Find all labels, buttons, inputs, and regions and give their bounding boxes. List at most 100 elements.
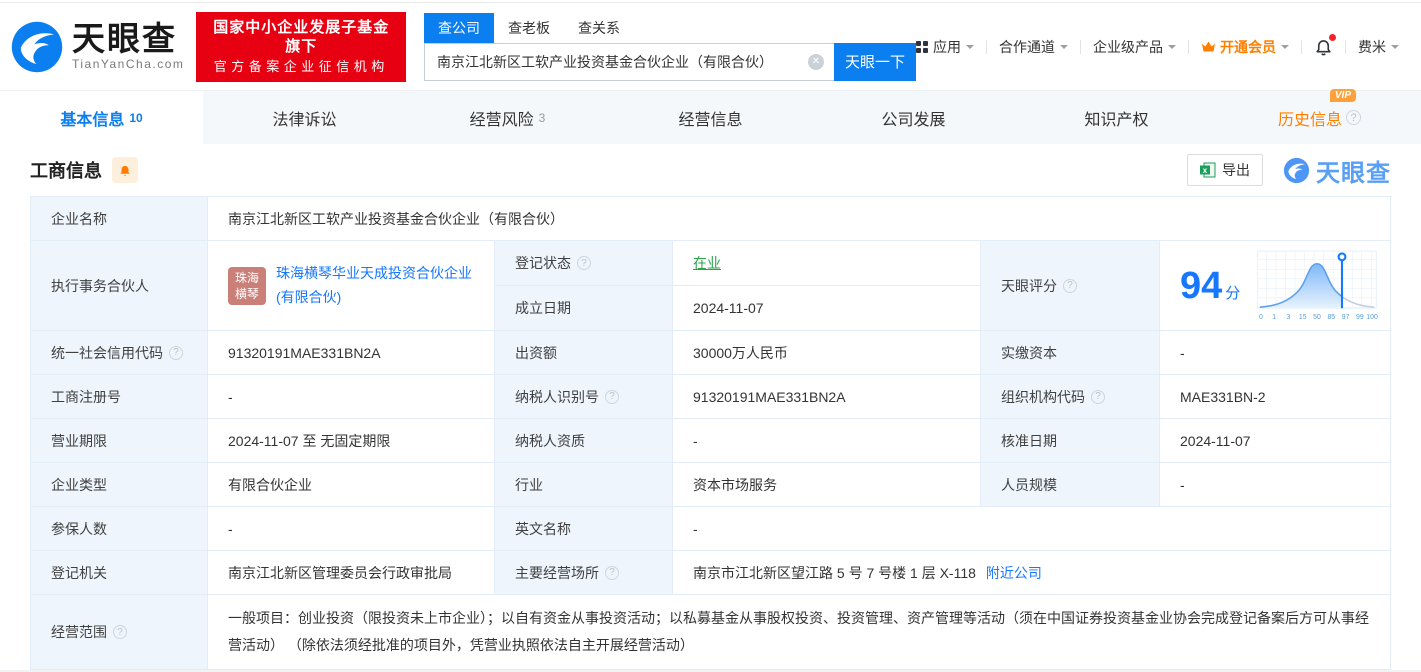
industry-value: 资本市场服务	[673, 463, 981, 507]
search-tab-relation[interactable]: 查关系	[564, 13, 634, 43]
nearby-companies-link[interactable]: 附近公司	[986, 563, 1042, 583]
partner-avatar[interactable]: 珠海横琴	[228, 266, 266, 305]
score-number: 94	[1180, 264, 1223, 307]
score-unit: 分	[1225, 285, 1241, 302]
paid-in-capital-value: -	[1160, 331, 1390, 375]
tianyancha-watermark-icon	[1283, 157, 1310, 183]
tab-intellectual-property[interactable]: 知识产权	[1015, 91, 1218, 144]
contributed-capital-value: 30000万人民币	[673, 331, 981, 375]
help-icon[interactable]: ?	[1091, 389, 1105, 404]
subscribe-bell-icon[interactable]	[112, 157, 138, 183]
excel-icon: x	[1200, 162, 1216, 178]
taxpayer-qualification-label: 纳税人资质	[495, 419, 673, 463]
reg-authority-label: 登记机关	[31, 551, 208, 595]
paid-in-capital-label: 实缴资本	[981, 331, 1160, 375]
search-input[interactable]	[424, 42, 834, 81]
enterprise-type-value: 有限合伙企业	[208, 463, 495, 507]
tab-operation-info[interactable]: 经营信息	[609, 91, 812, 144]
credit-code-value: 91320191MAE331BN2A	[208, 331, 495, 375]
tab-operation-risk[interactable]: 经营风险 3	[406, 91, 609, 144]
help-icon[interactable]: ?	[1346, 110, 1361, 125]
business-info-table: 企业名称 南京江北新区工软产业投资基金合伙企业（有限合伙） 执行事务合伙人 珠海…	[30, 196, 1391, 670]
tab-basic-info[interactable]: 基本信息 10	[0, 91, 203, 144]
svg-text:97: 97	[1342, 313, 1350, 320]
svg-text:85: 85	[1327, 313, 1335, 320]
svg-text:1: 1	[1272, 313, 1276, 320]
help-icon[interactable]: ?	[605, 389, 619, 404]
search-input-wrap: ✕	[424, 42, 834, 81]
official-credit-badge: 国家中小企业发展子基金旗下 官方备案企业征信机构	[196, 11, 406, 82]
nav-enterprise-products[interactable]: 企业级产品	[1093, 37, 1176, 57]
crown-icon	[1201, 40, 1216, 53]
clear-search-icon[interactable]: ✕	[808, 53, 824, 70]
approval-date-value: 2024-11-07	[1160, 419, 1390, 463]
nav-divider	[986, 39, 987, 54]
status-badge[interactable]: 在业	[693, 253, 721, 273]
svg-text:0: 0	[1259, 313, 1263, 320]
english-name-label: 英文名称	[495, 507, 673, 551]
chevron-down-icon	[1281, 44, 1289, 53]
help-icon[interactable]: ?	[113, 625, 127, 639]
tianyancha-logo[interactable]: 天眼查 TianYanCha.com	[10, 20, 184, 74]
reg-no-value: -	[208, 375, 495, 419]
tab-count: 10	[129, 110, 143, 125]
reg-authority-value: 南京江北新区管理委员会行政审批局	[208, 551, 495, 595]
tianyancha-logo-icon	[11, 21, 63, 72]
header-nav: 应用 合作通道 企业级产品 开通会员 费米	[916, 34, 1399, 57]
tianyancha-watermark: 天眼查	[1283, 153, 1391, 188]
org-code-label: 组织机构代码?	[981, 375, 1160, 419]
credit-code-label: 统一社会信用代码?	[31, 331, 208, 375]
nav-enterprise-products-label: 企业级产品	[1093, 38, 1163, 55]
help-icon[interactable]: ?	[577, 256, 591, 270]
help-icon[interactable]: ?	[169, 345, 183, 360]
establish-date-label: 成立日期	[495, 286, 673, 331]
nav-partner-channel[interactable]: 合作通道	[999, 37, 1068, 57]
help-icon[interactable]: ?	[605, 565, 619, 580]
score-value-cell: 94 分 0 1 3 15 50 85 97 99 100	[1160, 241, 1390, 331]
svg-text:3: 3	[1286, 313, 1290, 320]
watermark-label: 天眼查	[1316, 159, 1391, 187]
taxpayer-no-label: 纳税人识别号?	[495, 375, 673, 419]
tab-label: 历史信息	[1277, 111, 1342, 129]
tab-history-info[interactable]: 历史信息 VIP ?	[1218, 88, 1421, 144]
managing-partner-label: 执行事务合伙人	[31, 241, 208, 331]
business-term-label: 营业期限	[31, 419, 208, 463]
tab-legal-litigation[interactable]: 法律诉讼	[203, 91, 406, 144]
nav-open-vip[interactable]: 开通会员	[1201, 37, 1289, 57]
approval-date-label: 核准日期	[981, 419, 1160, 463]
nav-apps-label: 应用	[933, 38, 961, 55]
staff-size-value: -	[1160, 463, 1390, 507]
insured-count-value: -	[208, 507, 495, 551]
search-tab-boss[interactable]: 查老板	[494, 13, 564, 43]
notifications-bell-icon[interactable]	[1314, 34, 1336, 56]
company-name-value: 南京江北新区工软产业投资基金合伙企业（有限合伙）	[208, 197, 1390, 241]
section-title: 工商信息	[30, 161, 102, 181]
chevron-down-icon	[966, 44, 974, 53]
vip-badge: VIP	[1329, 88, 1356, 102]
reg-status-value: 在业	[673, 241, 981, 286]
username: 费米	[1358, 38, 1386, 55]
export-button[interactable]: x 导出	[1187, 154, 1263, 186]
help-icon[interactable]: ?	[1063, 278, 1077, 293]
tab-company-development[interactable]: 公司发展	[812, 91, 1015, 144]
badge-line1: 国家中小企业发展子基金旗下	[213, 18, 390, 55]
org-code-value: MAE331BN-2	[1160, 375, 1390, 419]
nav-user-menu[interactable]: 费米	[1358, 37, 1399, 57]
partner-company-link[interactable]: 珠海横琴华业天成投资合伙企业(有限合伙)	[276, 262, 482, 308]
nav-open-vip-label: 开通会员	[1220, 38, 1276, 55]
search-tabs: 查公司 查老板 查关系	[424, 12, 916, 43]
establish-date-value: 2024-11-07	[673, 286, 981, 331]
nav-divider	[1188, 39, 1189, 54]
search-button[interactable]: 天眼一下	[834, 42, 916, 81]
nav-divider	[1345, 39, 1346, 54]
industry-label: 行业	[495, 463, 673, 507]
nav-apps[interactable]: 应用	[916, 37, 974, 57]
business-scope-label: 经营范围?	[31, 595, 208, 669]
business-address-value: 南京市江北新区望江路 5 号 7 号楼 1 层 X-118 附近公司	[673, 551, 1390, 595]
tab-label: 基本信息	[60, 111, 125, 129]
contributed-capital-label: 出资额	[495, 331, 673, 375]
search-tab-company[interactable]: 查公司	[424, 12, 494, 43]
nav-partner-channel-label: 合作通道	[999, 38, 1055, 55]
company-name-label: 企业名称	[31, 197, 208, 241]
svg-text:x: x	[1203, 166, 1208, 175]
